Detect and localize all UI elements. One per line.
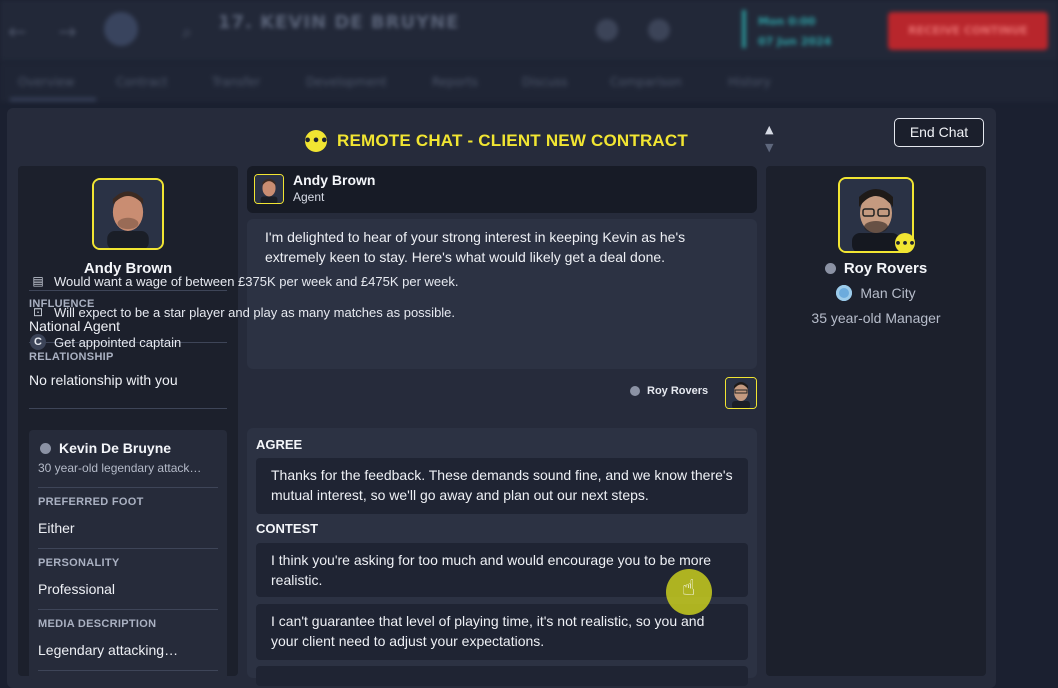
end-chat-button[interactable]: End Chat [894, 118, 984, 147]
chevron-up-icon[interactable]: ▲ [765, 124, 773, 135]
tab-discuss[interactable]: Discuss [522, 75, 568, 89]
player-name: Kevin De Bruyne [59, 440, 172, 456]
agree-heading: AGREE [256, 437, 303, 452]
agree-option[interactable]: Thanks for the feedback. These demands s… [256, 458, 748, 514]
relationship-label: RELATIONSHIP [29, 351, 114, 363]
response-options: AGREE Thanks for the feedback. These dem… [247, 428, 757, 686]
person-icon [630, 386, 640, 396]
message-text: I'm delighted to hear of your strong int… [265, 229, 686, 265]
divider [38, 487, 218, 488]
player-title: 17. KEVIN DE BRUYNE [218, 12, 460, 33]
player-name-row: Kevin De Bruyne [40, 440, 171, 456]
tab-comparison[interactable]: Comparison [610, 75, 682, 89]
hand-cursor-icon: ☝ [682, 576, 696, 601]
chevron-down-icon[interactable]: ▼ [765, 142, 773, 153]
tab-reports[interactable]: Reports [432, 75, 478, 89]
captain-icon: C [30, 334, 46, 350]
back-arrow-icon[interactable]: ← [8, 20, 26, 45]
manager-club-row: Man City [766, 285, 986, 301]
media-description-value: Legendary attacking… [38, 642, 179, 658]
tab-overview[interactable]: Overview [18, 75, 75, 89]
chat-bubble-icon: ••• [304, 130, 328, 152]
agent-portrait [92, 178, 164, 250]
request-captain: C Get appointed captain [30, 334, 181, 350]
date-accent [742, 10, 746, 48]
background-tabs: Overview Contract Transfer Development R… [0, 62, 1058, 102]
tab-transfer[interactable]: Transfer [212, 75, 260, 89]
request-wage: ▤ Would want a wage of between £375K per… [30, 273, 458, 289]
club-crest-icon [104, 12, 138, 46]
manager-name-row: Roy Rovers [766, 260, 986, 277]
media-description-label: MEDIA DESCRIPTION [38, 618, 157, 630]
forward-arrow-icon[interactable]: → [58, 20, 76, 45]
preferred-foot-label: PREFERRED FOOT [38, 496, 144, 508]
settings-icon[interactable] [596, 19, 618, 41]
agent-avatar [254, 174, 284, 204]
person-icon [40, 442, 51, 454]
chat-bubble-icon: ••• [894, 233, 916, 253]
divider [38, 609, 218, 610]
manager-club[interactable]: Man City [860, 285, 915, 301]
tab-development[interactable]: Development [306, 75, 387, 89]
divider [38, 548, 218, 549]
agent-message: I'm delighted to hear of your strong int… [247, 219, 757, 369]
tab-history[interactable]: History [728, 75, 771, 89]
globe-icon[interactable] [648, 19, 670, 41]
active-tab-underline [10, 98, 96, 101]
date-display: Mon 0:00 07 Jun 2024 [758, 15, 832, 48]
personality-label: PERSONALITY [38, 557, 120, 569]
divider [29, 290, 227, 291]
chat-header-name: Andy Brown [293, 172, 376, 188]
contract-icon: ▤ [32, 274, 44, 288]
modal-title-bar: ••• REMOTE CHAT - CLIENT NEW CONTRACT [304, 129, 688, 153]
modal-title: REMOTE CHAT - CLIENT NEW CONTRACT [337, 131, 688, 150]
person-icon [824, 263, 836, 274]
manager-avatar-small [725, 377, 757, 409]
relationship-value: No relationship with you [29, 372, 178, 388]
manager-description: 35 year-old Manager [811, 310, 941, 326]
reply-sender: Roy Rovers [630, 385, 708, 397]
personality-value: Professional [38, 581, 116, 597]
contest-option[interactable] [256, 666, 748, 686]
contest-option[interactable]: I can't guarantee that level of playing … [256, 604, 748, 660]
preferred-foot-value: Either [38, 520, 75, 536]
influence-value: National Agent [29, 318, 121, 334]
tab-contract[interactable]: Contract [116, 75, 168, 89]
player-description: 30 year-old legendary attack… [38, 461, 202, 475]
playing-time-icon: ⊡ [32, 305, 44, 319]
continue-button[interactable]: RECEIVE CONTINUE [888, 12, 1048, 50]
search-icon[interactable]: ⌕ [182, 22, 192, 43]
manager-name: Roy Rovers [843, 260, 928, 277]
background-header: ← → ⌕ 17. KEVIN DE BRUYNE Mon 0:00 07 Ju… [0, 0, 1058, 62]
request-playing-time: ⊡ Will expect to be a star player and pl… [30, 304, 455, 320]
club-crest-icon [836, 285, 853, 301]
chat-header-role: Agent [293, 190, 325, 204]
divider [29, 408, 227, 409]
contest-heading: CONTEST [256, 521, 319, 536]
divider [38, 670, 218, 671]
